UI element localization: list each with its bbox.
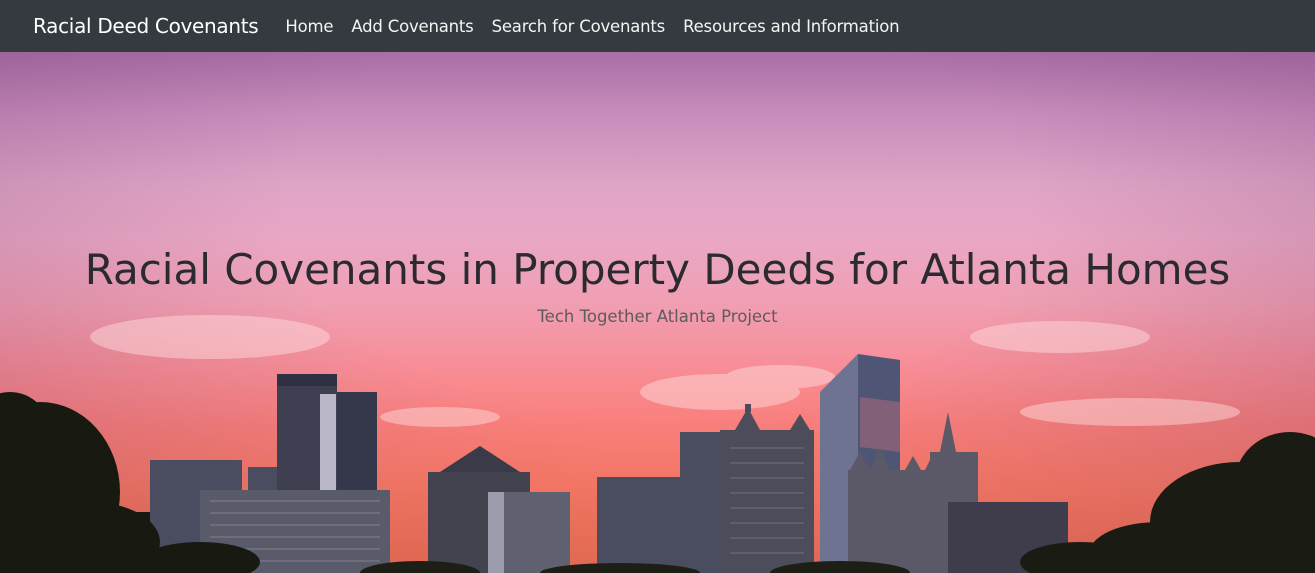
nav-link-resources[interactable]: Resources and Information	[683, 17, 900, 36]
nav-link-search-covenants[interactable]: Search for Covenants	[492, 17, 666, 36]
nav-link-add-covenants[interactable]: Add Covenants	[351, 17, 473, 36]
hero-subtitle: Tech Together Atlanta Project	[537, 307, 778, 326]
top-navbar: Racial Deed Covenants Home Add Covenants…	[0, 0, 1315, 52]
hero-banner: Racial Covenants in Property Deeds for A…	[0, 52, 1315, 573]
nav-link-home[interactable]: Home	[285, 17, 333, 36]
hero-title: Racial Covenants in Property Deeds for A…	[84, 245, 1231, 294]
navbar-brand[interactable]: Racial Deed Covenants	[33, 14, 259, 38]
nav-links: Home Add Covenants Search for Covenants …	[285, 17, 917, 36]
